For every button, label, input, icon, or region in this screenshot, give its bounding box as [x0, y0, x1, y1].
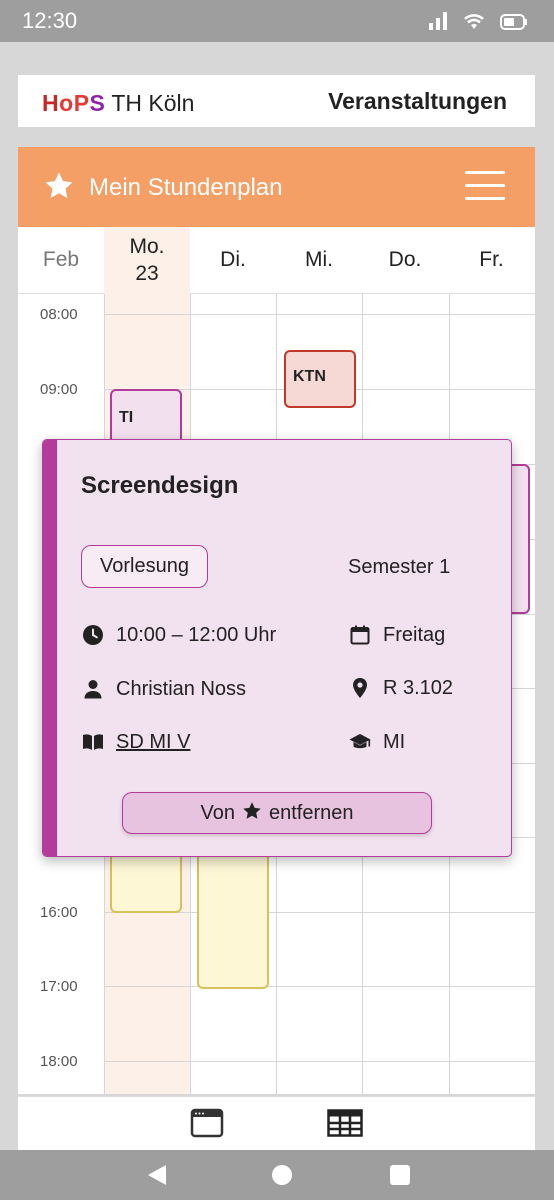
clock-icon: [83, 625, 103, 645]
hour-label: 18:00: [40, 1053, 78, 1070]
month-label: Feb: [42, 248, 80, 272]
day-friday[interactable]: Fr.: [448, 227, 535, 294]
university-name: TH Köln: [111, 90, 195, 116]
status-icons: [428, 11, 528, 31]
program-info: MI: [348, 730, 405, 754]
book-icon: [83, 734, 103, 750]
popup-title: Screendesign: [81, 472, 239, 499]
weekday-info: Freitag: [348, 623, 445, 647]
plan-title: Mein Stundenplan: [89, 174, 283, 201]
event-type-chip: Vorlesung: [81, 545, 208, 588]
day-monday[interactable]: Mo. 23: [104, 227, 190, 294]
day-wednesday[interactable]: Mi.: [276, 227, 362, 294]
recents-icon[interactable]: [389, 1164, 411, 1186]
home-icon[interactable]: [271, 1164, 293, 1186]
veranstaltungen-link[interactable]: Veranstaltungen: [328, 88, 507, 115]
hour-label: 17:00: [40, 978, 78, 995]
app-header: HoPS TH Köln Veranstaltungen: [18, 75, 535, 127]
module-link[interactable]: SD MI V: [116, 731, 190, 754]
wifi-icon: [464, 14, 484, 29]
star-icon: [243, 802, 261, 819]
event-ktn[interactable]: KTN: [284, 350, 356, 408]
signal-icon: [429, 12, 447, 30]
remove-from-favorites-button[interactable]: Von entfernen: [122, 792, 432, 834]
module-info: SD MI V: [81, 730, 190, 754]
event-block[interactable]: [197, 834, 269, 989]
menu-icon[interactable]: [465, 171, 505, 203]
time-info: 10:00 – 12:00 Uhr: [81, 623, 276, 647]
popup-accent-bar: [43, 440, 57, 856]
back-icon[interactable]: [146, 1164, 168, 1186]
semester-label: Semester 1: [348, 556, 451, 578]
hour-label: 16:00: [40, 904, 78, 921]
calendar-icon: [350, 625, 370, 645]
hour-label: 09:00: [40, 381, 78, 398]
hour-label: 08:00: [40, 306, 78, 323]
hops-logo[interactable]: HoPS TH Köln: [42, 90, 194, 117]
lecturer-info: Christian Noss: [81, 677, 246, 701]
bottom-navigation: [18, 1096, 535, 1150]
browser-window-icon[interactable]: [190, 1107, 224, 1139]
status-bar: 12:30: [0, 0, 554, 42]
plan-bar: Mein Stundenplan: [18, 147, 535, 227]
star-icon: [45, 172, 73, 199]
room-info: R 3.102: [348, 676, 453, 700]
status-time: 12:30: [22, 8, 78, 33]
location-pin-icon: [353, 678, 367, 698]
person-icon: [84, 680, 102, 699]
day-tuesday[interactable]: Di.: [190, 227, 276, 294]
day-thursday[interactable]: Do.: [362, 227, 448, 294]
day-date: 23: [135, 261, 159, 285]
event-detail-popup: Screendesign Vorlesung Semester 1 10:00 …: [42, 439, 512, 857]
days-header: Feb Mo. 23 Di. Mi. Do. Fr.: [18, 227, 535, 294]
battery-icon: [500, 14, 527, 30]
graduation-cap-icon: [349, 734, 371, 749]
timetable-icon[interactable]: [327, 1109, 363, 1137]
system-navigation-bar: [0, 1150, 554, 1200]
